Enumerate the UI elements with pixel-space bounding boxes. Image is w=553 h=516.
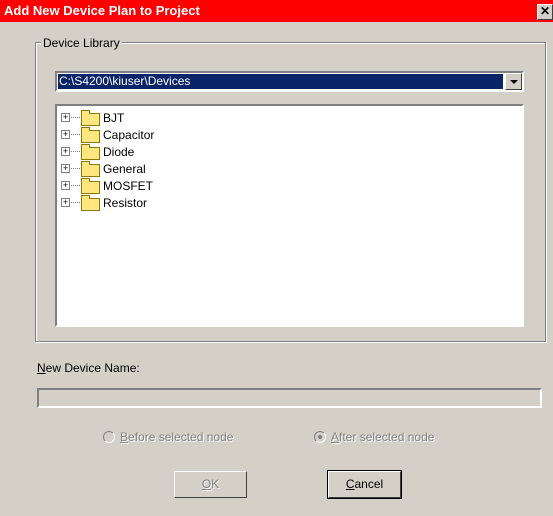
radio-icon <box>103 431 115 443</box>
ok-button[interactable]: OK <box>174 471 247 498</box>
expand-icon[interactable]: + <box>61 181 70 190</box>
cancel-button[interactable]: Cancel <box>327 470 402 499</box>
folder-icon <box>81 144 100 160</box>
library-path-combobox[interactable]: C:\S4200\kiuser\Devices <box>55 71 524 92</box>
device-tree[interactable]: + BJT + Capacitor + Diode + General + MO… <box>55 104 524 327</box>
device-library-label: Device Library <box>41 36 122 50</box>
expand-icon[interactable]: + <box>61 130 70 139</box>
tree-item-label: MOSFET <box>103 179 153 193</box>
dropdown-arrow-icon[interactable] <box>505 73 522 90</box>
tree-item-label: General <box>103 162 146 176</box>
window-title: Add New Device Plan to Project <box>4 3 200 18</box>
close-icon: ✕ <box>539 4 551 18</box>
after-selected-node-radio[interactable]: After selected node <box>314 430 474 446</box>
before-selected-node-radio[interactable]: Before selected node <box>103 430 263 446</box>
tree-item-label: Resistor <box>103 196 148 210</box>
folder-icon <box>81 127 100 143</box>
folder-icon <box>81 110 100 126</box>
add-device-plan-dialog: Add New Device Plan to Project ✕ Device … <box>0 0 553 516</box>
radio-selected-dot-icon <box>318 435 322 439</box>
folder-icon <box>81 178 100 194</box>
radio-icon <box>314 431 326 443</box>
title-bar[interactable]: Add New Device Plan to Project ✕ <box>0 0 553 22</box>
before-selected-node-label: Before selected node <box>120 430 234 444</box>
expand-icon[interactable]: + <box>61 164 70 173</box>
folder-icon <box>81 195 100 211</box>
expand-icon[interactable]: + <box>61 113 70 122</box>
new-device-name-input[interactable] <box>37 388 542 408</box>
library-path-value: C:\S4200\kiuser\Devices <box>58 74 503 89</box>
after-selected-node-label: After selected node <box>331 430 435 444</box>
tree-item-label: Capacitor <box>103 128 155 142</box>
folder-icon <box>81 161 100 177</box>
tree-item-label: BJT <box>103 111 125 125</box>
close-button[interactable]: ✕ <box>537 4 553 20</box>
expand-icon[interactable]: + <box>61 147 70 156</box>
expand-icon[interactable]: + <box>61 198 70 207</box>
tree-item-label: Diode <box>103 145 135 159</box>
new-device-name-label: New Device Name: <box>37 361 140 375</box>
